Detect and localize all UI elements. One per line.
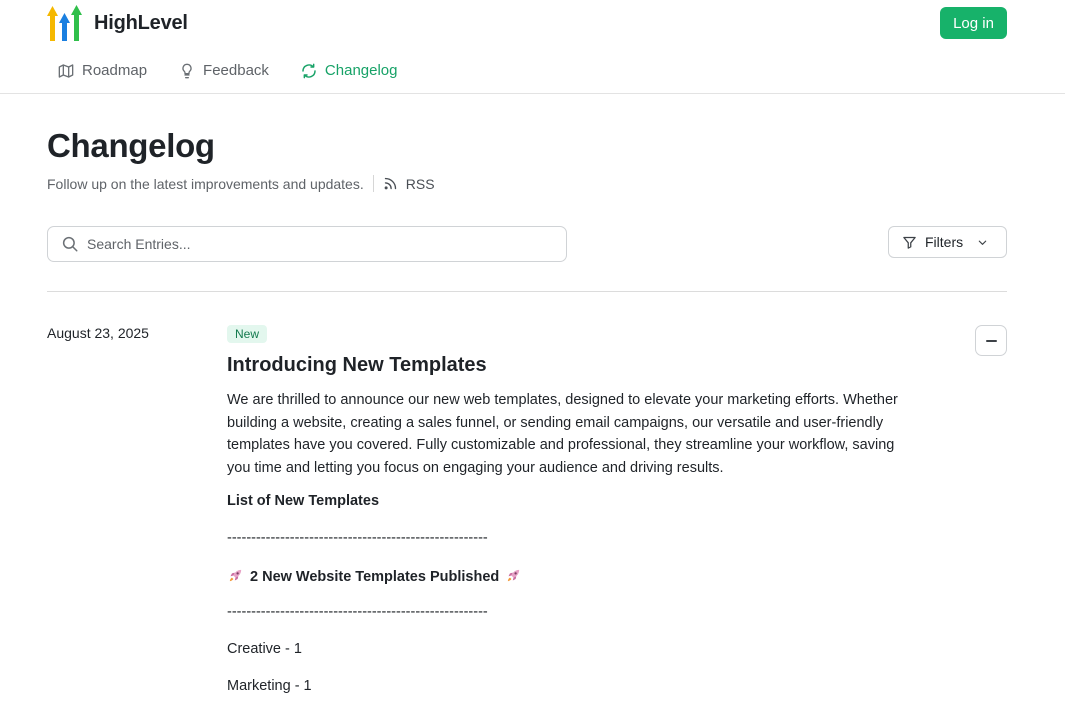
search-input[interactable]	[87, 236, 527, 252]
entry-body: We are thrilled to announce our new web …	[227, 392, 898, 476]
list-item: Creative - 1	[227, 641, 302, 657]
separator-line: ----------------------------------------…	[227, 604, 488, 620]
page-subtitle-row: Follow up on the latest improvements and…	[47, 175, 435, 192]
nav-item-roadmap[interactable]: Roadmap	[58, 62, 147, 79]
rss-icon	[384, 177, 396, 190]
refresh-icon	[302, 63, 316, 78]
chevron-down-icon	[978, 240, 987, 245]
section-heading: 2 New Website Templates Published	[250, 569, 500, 585]
brand-logo[interactable]: HighLevel	[47, 5, 188, 41]
separator-line: ----------------------------------------…	[227, 530, 488, 546]
nav-item-label: Roadmap	[82, 62, 148, 79]
page-subtitle: Follow up on the latest improvements and…	[47, 175, 364, 192]
login-button[interactable]: Log in	[940, 7, 1007, 39]
search-field[interactable]	[47, 226, 567, 262]
collapse-button[interactable]	[975, 325, 1007, 356]
rocket-icon	[229, 569, 242, 582]
entry-date: August 23, 2025	[47, 325, 149, 341]
brand-name: HighLevel	[94, 11, 188, 34]
filter-icon	[903, 236, 916, 249]
lightbulb-icon	[182, 63, 192, 78]
subtitle-divider	[372, 175, 374, 192]
highlevel-logo-icon	[47, 5, 82, 41]
map-icon	[58, 63, 74, 78]
main-nav: Roadmap Feedback Changelog	[58, 62, 429, 79]
nav-item-label: Feedback	[203, 62, 269, 79]
search-icon	[62, 236, 78, 252]
section-heading-row: 2 New Website Templates Published	[227, 567, 522, 585]
minus-icon	[985, 339, 997, 342]
nav-item-feedback[interactable]: Feedback	[179, 62, 269, 79]
section-divider	[47, 291, 1007, 292]
page-title: Changelog	[47, 127, 215, 164]
filters-label: Filters	[925, 234, 964, 250]
rocket-icon	[508, 569, 520, 582]
list-item: Marketing - 1	[227, 678, 312, 694]
filters-button[interactable]: Filters	[888, 226, 1007, 258]
list-heading: List of New Templates	[227, 493, 380, 509]
entry-title: Introducing New Templates	[227, 354, 487, 376]
rss-label: RSS	[405, 175, 435, 192]
top-header: HighLevel Log in Roadmap Feedback Change…	[0, 0, 1065, 94]
nav-item-changelog[interactable]: Changelog	[301, 62, 398, 79]
rss-link[interactable]: RSS	[383, 176, 435, 192]
nav-item-label: Changelog	[324, 62, 398, 79]
status-badge: New	[227, 325, 268, 343]
